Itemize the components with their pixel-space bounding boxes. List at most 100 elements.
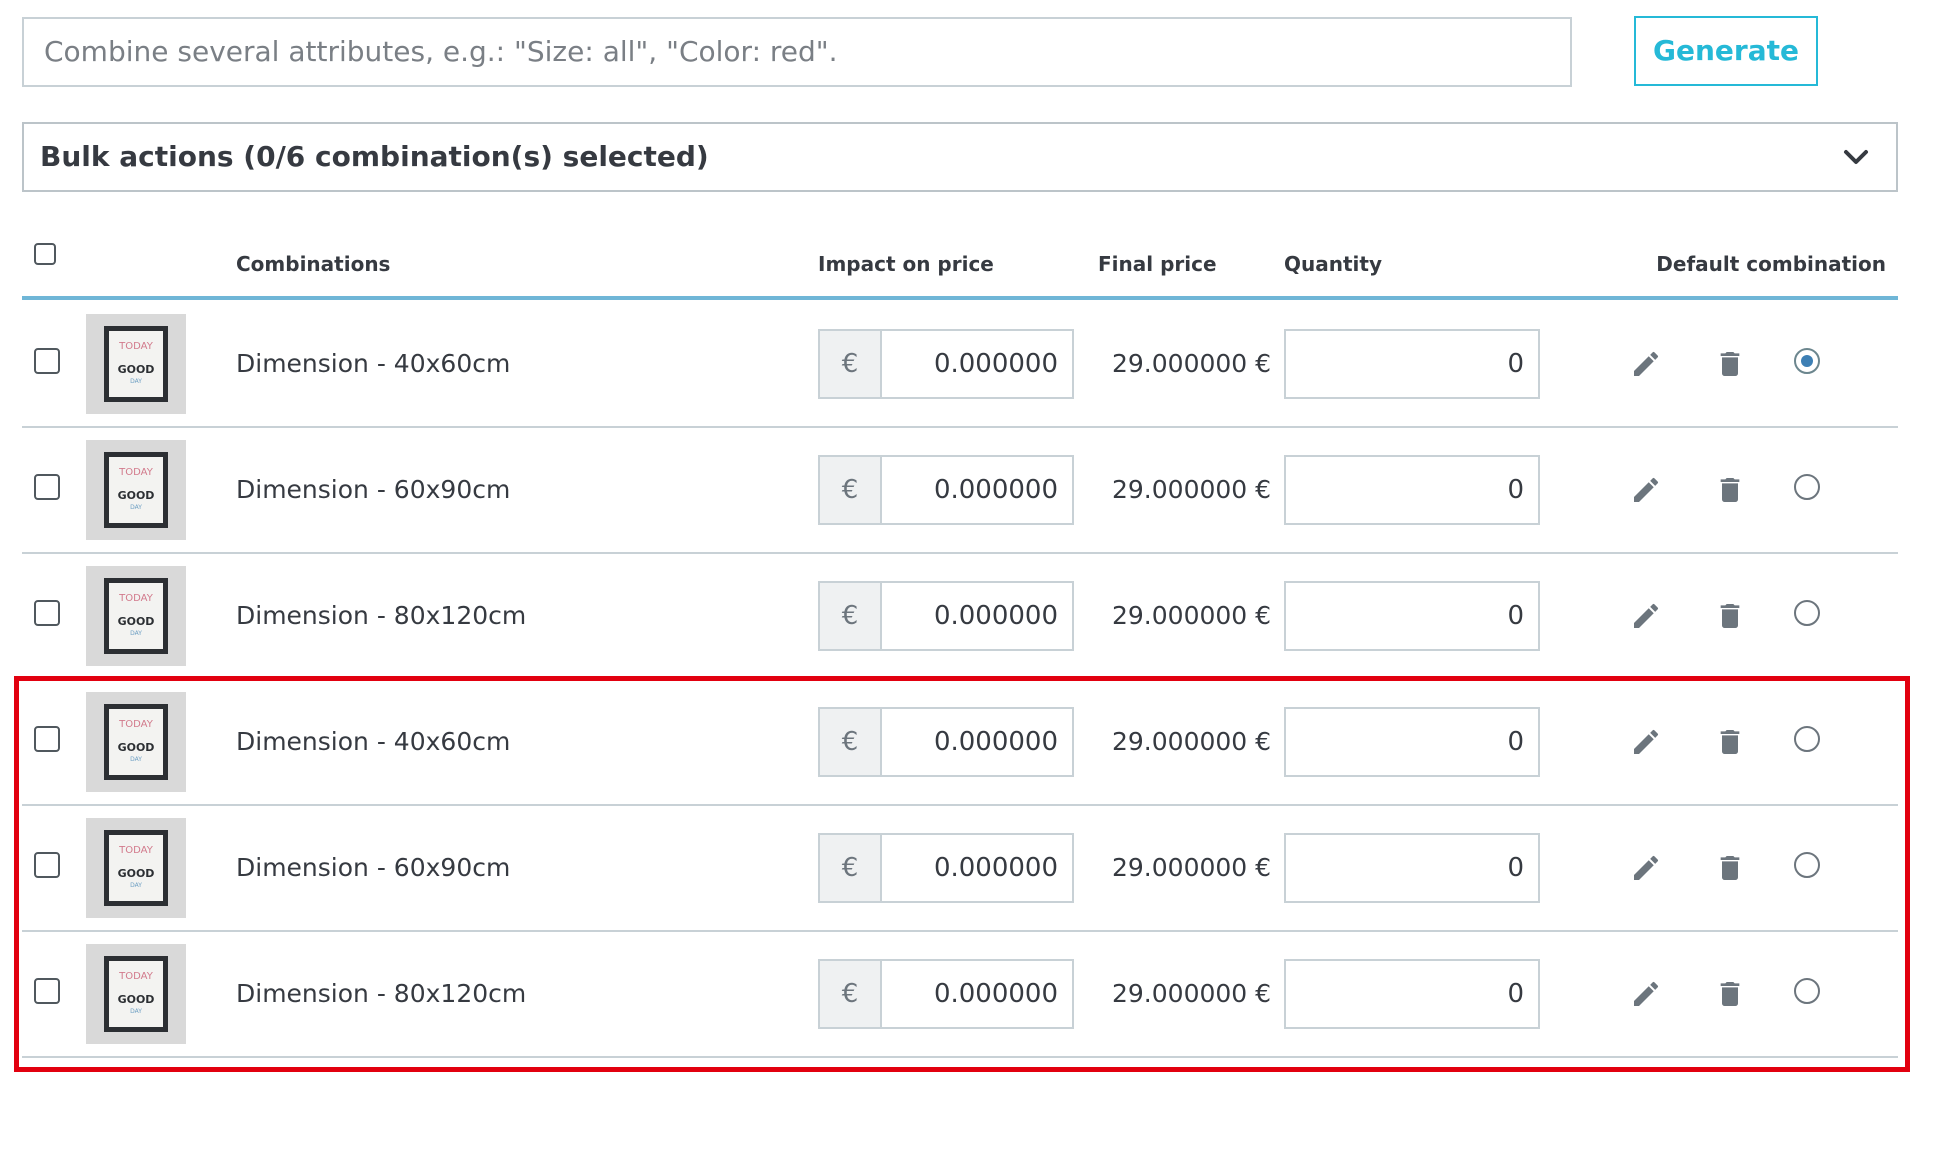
quantity-value[interactable]: 0 <box>1507 583 1524 649</box>
row-checkbox[interactable] <box>34 726 60 752</box>
combination-search-input[interactable]: Combine several attributes, e.g.: "Size:… <box>22 17 1572 87</box>
poster-line-1: TODAY <box>119 971 153 982</box>
pencil-icon[interactable] <box>1630 600 1662 632</box>
quantity-input[interactable]: 0 <box>1284 707 1540 777</box>
poster-line-1: TODAY <box>119 719 153 730</box>
quantity-value[interactable]: 0 <box>1507 961 1524 1027</box>
quantity-input[interactable]: 0 <box>1284 833 1540 903</box>
trash-icon[interactable] <box>1714 600 1746 632</box>
quantity-input[interactable]: 0 <box>1284 959 1540 1029</box>
trash-icon[interactable] <box>1714 852 1746 884</box>
product-thumbnail: TODAY GOOD DAY <box>86 314 186 414</box>
trash-icon[interactable] <box>1714 474 1746 506</box>
default-combination-radio[interactable] <box>1794 474 1820 500</box>
poster-line-1: TODAY <box>119 593 153 604</box>
impact-price-input[interactable]: € 0.000000 <box>818 455 1074 525</box>
default-combination-radio[interactable] <box>1794 852 1820 878</box>
poster-frame: TODAY GOOD DAY <box>104 704 168 780</box>
generate-button[interactable]: Generate <box>1634 16 1818 86</box>
quantity-input[interactable]: 0 <box>1284 455 1540 525</box>
quantity-value[interactable]: 0 <box>1507 709 1524 775</box>
poster-line-2: GOOD <box>117 867 155 880</box>
trash-icon[interactable] <box>1714 348 1746 380</box>
pencil-icon[interactable] <box>1630 852 1662 884</box>
row-checkbox[interactable] <box>34 600 60 626</box>
impact-price-input[interactable]: € 0.000000 <box>818 329 1074 399</box>
euro-currency-addon: € <box>820 583 882 649</box>
impact-price-value[interactable]: 0.000000 <box>934 709 1058 775</box>
quantity-value[interactable]: 0 <box>1507 835 1524 901</box>
combination-name: Dimension - 80x120cm <box>236 979 527 1008</box>
impact-price-input[interactable]: € 0.000000 <box>818 833 1074 903</box>
euro-currency-addon: € <box>820 835 882 901</box>
final-price: 29.000000 € <box>1112 349 1272 378</box>
table-header: Combinations Impact on price Final price… <box>22 240 1898 300</box>
header-impact-on-price: Impact on price <box>818 252 994 276</box>
default-combination-radio[interactable] <box>1794 726 1820 752</box>
trash-icon[interactable] <box>1714 726 1746 758</box>
quantity-value[interactable]: 0 <box>1507 457 1524 523</box>
final-price: 29.000000 € <box>1112 601 1272 630</box>
poster-line-3: DAY <box>130 1008 142 1015</box>
pencil-icon[interactable] <box>1630 474 1662 506</box>
final-price: 29.000000 € <box>1112 475 1272 504</box>
poster-line-3: DAY <box>130 630 142 637</box>
poster-frame: TODAY GOOD DAY <box>104 578 168 654</box>
combination-name: Dimension - 60x90cm <box>236 475 511 504</box>
euro-currency-addon: € <box>820 331 882 397</box>
combination-name: Dimension - 40x60cm <box>236 349 511 378</box>
bulk-actions-label: Bulk actions (0/6 combination(s) selecte… <box>40 140 709 173</box>
final-price: 29.000000 € <box>1112 979 1272 1008</box>
table-row: TODAY GOOD DAY Dimension - 60x90cm € 0.0… <box>22 428 1898 554</box>
pencil-icon[interactable] <box>1630 348 1662 380</box>
trash-icon[interactable] <box>1714 978 1746 1010</box>
poster-line-2: GOOD <box>117 993 155 1006</box>
row-checkbox[interactable] <box>34 852 60 878</box>
table-row: TODAY GOOD DAY Dimension - 40x60cm € 0.0… <box>22 302 1898 428</box>
impact-price-input[interactable]: € 0.000000 <box>818 581 1074 651</box>
table-row: TODAY GOOD DAY Dimension - 40x60cm € 0.0… <box>22 680 1898 806</box>
poster-frame: TODAY GOOD DAY <box>104 956 168 1032</box>
product-thumbnail: TODAY GOOD DAY <box>86 944 186 1044</box>
header-default-combination: Default combination <box>1656 252 1886 276</box>
poster-line-2: GOOD <box>117 489 155 502</box>
chevron-down-icon <box>1844 150 1868 164</box>
final-price: 29.000000 € <box>1112 727 1272 756</box>
product-thumbnail: TODAY GOOD DAY <box>86 692 186 792</box>
poster-line-3: DAY <box>130 504 142 511</box>
impact-price-input[interactable]: € 0.000000 <box>818 959 1074 1029</box>
table-row: TODAY GOOD DAY Dimension - 60x90cm € 0.0… <box>22 806 1898 932</box>
quantity-input[interactable]: 0 <box>1284 581 1540 651</box>
quantity-value[interactable]: 0 <box>1507 331 1524 397</box>
poster-line-1: TODAY <box>119 467 153 478</box>
poster-frame: TODAY GOOD DAY <box>104 830 168 906</box>
header-quantity: Quantity <box>1284 252 1382 276</box>
table-row: TODAY GOOD DAY Dimension - 80x120cm € 0.… <box>22 932 1898 1058</box>
poster-line-1: TODAY <box>119 845 153 856</box>
default-combination-radio[interactable] <box>1794 348 1820 374</box>
impact-price-value[interactable]: 0.000000 <box>934 457 1058 523</box>
pencil-icon[interactable] <box>1630 726 1662 758</box>
default-combination-radio[interactable] <box>1794 600 1820 626</box>
poster-line-2: GOOD <box>117 363 155 376</box>
impact-price-value[interactable]: 0.000000 <box>934 331 1058 397</box>
quantity-input[interactable]: 0 <box>1284 329 1540 399</box>
pencil-icon[interactable] <box>1630 978 1662 1010</box>
row-checkbox[interactable] <box>34 978 60 1004</box>
poster-line-2: GOOD <box>117 741 155 754</box>
row-checkbox[interactable] <box>34 474 60 500</box>
default-combination-radio[interactable] <box>1794 978 1820 1004</box>
table-row: TODAY GOOD DAY Dimension - 80x120cm € 0.… <box>22 554 1898 680</box>
euro-currency-addon: € <box>820 709 882 775</box>
bulk-actions-dropdown[interactable]: Bulk actions (0/6 combination(s) selecte… <box>22 122 1898 192</box>
poster-line-3: DAY <box>130 882 142 889</box>
impact-price-value[interactable]: 0.000000 <box>934 961 1058 1027</box>
impact-price-input[interactable]: € 0.000000 <box>818 707 1074 777</box>
product-thumbnail: TODAY GOOD DAY <box>86 818 186 918</box>
poster-line-3: DAY <box>130 378 142 385</box>
impact-price-value[interactable]: 0.000000 <box>934 835 1058 901</box>
row-checkbox[interactable] <box>34 348 60 374</box>
select-all-checkbox[interactable] <box>34 243 56 265</box>
poster-frame: TODAY GOOD DAY <box>104 452 168 528</box>
impact-price-value[interactable]: 0.000000 <box>934 583 1058 649</box>
